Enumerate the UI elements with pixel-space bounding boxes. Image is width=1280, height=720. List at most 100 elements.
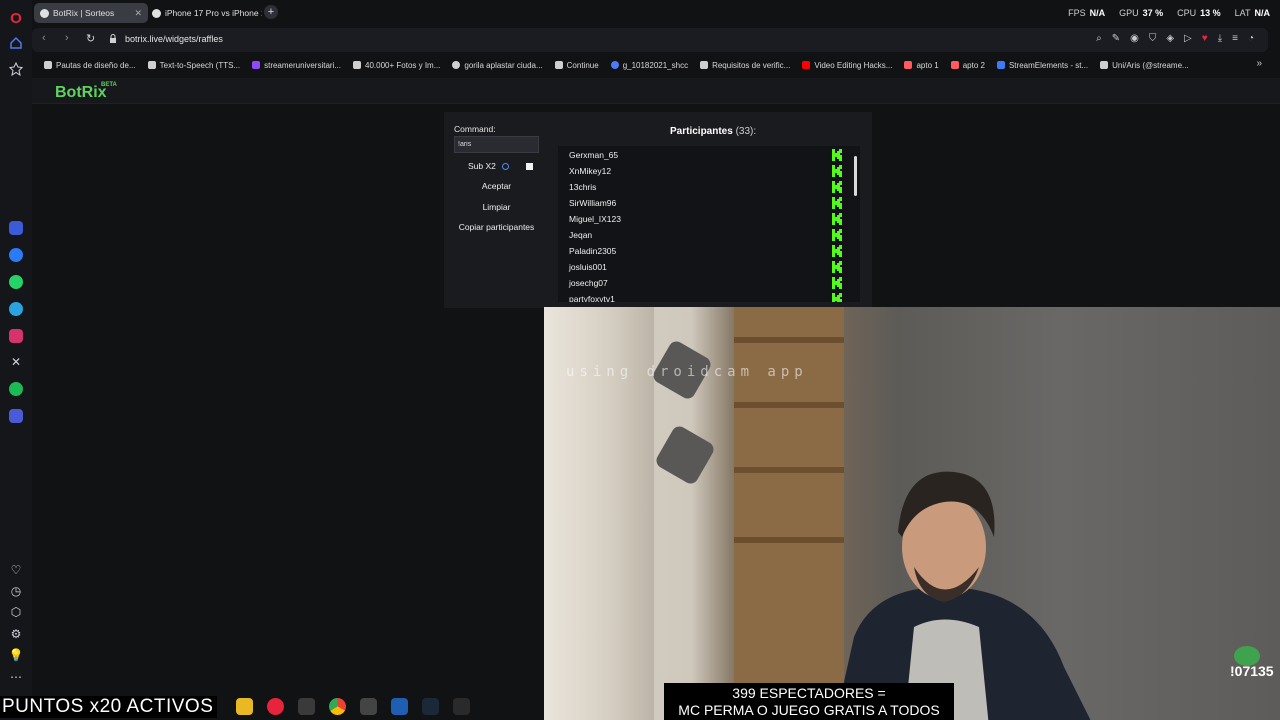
clear-button[interactable]: Limpiar: [454, 202, 539, 212]
bookmark-item[interactable]: gorila aplastar ciuda...: [452, 60, 543, 70]
bookmark-item[interactable]: Requisitos de verific...: [700, 61, 790, 70]
bookmark-item[interactable]: Pautas de diseño de...: [44, 61, 136, 70]
home-icon[interactable]: [6, 33, 26, 53]
pinboard-icon[interactable]: [6, 59, 26, 79]
url-field[interactable]: botrix.live/widgets/raffles: [125, 34, 223, 44]
kick-icon: [832, 229, 842, 241]
wall-shelf: [653, 423, 717, 487]
extensions-icon[interactable]: ⬡: [6, 602, 26, 622]
sub-x2-checkbox[interactable]: [526, 163, 533, 170]
steam-icon[interactable]: [422, 698, 439, 715]
droidcam-watermark: using droidcam app: [566, 364, 808, 380]
bookmark-label: gorila aplastar ciuda...: [464, 60, 543, 70]
bookmark-item[interactable]: Uni/Aris (@streame...: [1100, 61, 1189, 70]
bookmark-icon: [610, 61, 619, 69]
bookmark-item[interactable]: Continue: [554, 61, 599, 70]
player-icon[interactable]: [6, 406, 26, 426]
epic-icon[interactable]: [453, 698, 470, 715]
bookmark-item[interactable]: apto 2: [950, 60, 985, 70]
bookmark-item[interactable]: g_10182021_shcc: [610, 60, 689, 70]
opera-logo-icon[interactable]: O: [6, 8, 26, 28]
browser-sidebar: O ✕ ♡ ◷ ⬡ ⚙ 💡 ⋯: [0, 0, 32, 720]
tiktok-icon: [1100, 61, 1109, 69]
botrix-logo[interactable]: BotRix: [55, 84, 107, 102]
tab-title: iPhone 17 Pro vs iPhone 1: [165, 8, 262, 18]
tips-icon[interactable]: 💡: [6, 645, 26, 665]
info-icon[interactable]: [501, 162, 509, 170]
beta-badge: BETA: [101, 82, 117, 88]
participant-name: partyfoxytv1: [569, 294, 615, 302]
bookmark-item[interactable]: apto 1: [904, 60, 939, 70]
tab-iphone[interactable]: iPhone 17 Pro vs iPhone 1: [146, 3, 262, 23]
tab-favicon-icon: [40, 8, 49, 18]
bookmark-label: Text-to-Speech (TTS...: [159, 60, 241, 70]
airbnb-icon: [950, 61, 959, 69]
participants-label: Participantes: [670, 126, 733, 137]
bookmark-label: Pautas de diseño de...: [56, 60, 136, 70]
bookmark-label: apto 1: [916, 60, 939, 70]
bookmark-label: apto 2: [962, 60, 985, 70]
accept-button[interactable]: Aceptar: [454, 181, 539, 191]
copy-participants-button[interactable]: Copiar participantes: [454, 222, 539, 232]
camera-icon[interactable]: ◉: [1130, 33, 1139, 44]
whatsapp-icon[interactable]: [6, 272, 26, 292]
tab-title: BotRix | Sorteos: [53, 8, 115, 18]
participant-name: XnMikey12: [569, 166, 612, 176]
tab-botrix[interactable]: BotRix | Sorteos ✕: [34, 3, 148, 23]
vscode-icon[interactable]: [391, 698, 408, 715]
close-tab-icon[interactable]: ✕: [128, 8, 142, 19]
download-icon[interactable]: ⤓: [1218, 33, 1222, 44]
document-icon: [554, 61, 563, 69]
webcam-feed: using droidcam app: [544, 307, 1280, 720]
edit-icon[interactable]: ✎: [1112, 33, 1120, 44]
scrollbar-thumb[interactable]: [854, 156, 857, 196]
sub-goal-counter: !07135: [1230, 663, 1274, 679]
address-bar: ‹ › ↻ botrix.live/widgets/raffles ⌕ ✎ ◉ …: [32, 28, 1268, 52]
history-icon[interactable]: ◷: [6, 581, 26, 601]
bookmark-item[interactable]: Text-to-Speech (TTS...: [147, 60, 241, 70]
heart-icon[interactable]: ♥: [1202, 33, 1208, 44]
bookmark-item[interactable]: 40.000+ Fotos y Im...: [353, 61, 440, 70]
command-input[interactable]: [454, 136, 539, 153]
bookmark-item[interactable]: Video Editing Hacks...: [802, 61, 892, 70]
participant-name: Gerxman_65: [569, 150, 619, 160]
spotify-icon[interactable]: [6, 379, 26, 399]
bookmark-item[interactable]: StreamElements - st...: [996, 61, 1088, 70]
bookmark-item[interactable]: streameruniversitari...: [252, 61, 341, 70]
vpn-icon[interactable]: ◈: [1166, 33, 1174, 44]
forward-icon[interactable]: ›: [65, 32, 69, 44]
chrome-icon[interactable]: [329, 698, 346, 715]
settings-icon[interactable]: ⚙: [6, 624, 26, 644]
window-icon[interactable]: [360, 698, 377, 715]
fps-value: N/A: [1089, 8, 1106, 18]
folder-icon[interactable]: [236, 698, 253, 715]
scrollbar[interactable]: [854, 148, 858, 298]
menu-icon[interactable]: ≡: [1232, 33, 1238, 44]
participants-title: Participantes (33):: [670, 126, 756, 137]
more-icon[interactable]: ⋯: [6, 667, 26, 687]
bookmarks-bar: Pautas de diseño de... Text-to-Speech (T…: [32, 56, 1268, 74]
telegram-icon[interactable]: [6, 299, 26, 319]
back-icon[interactable]: ‹: [42, 32, 46, 44]
shield-icon[interactable]: ⛉: [1149, 33, 1157, 44]
participants-list[interactable]: Gerxman_65 XnMikey12 13chris SirWilliam96 Mi…: [558, 146, 860, 302]
messenger-icon[interactable]: [6, 245, 26, 265]
kick-icon: [832, 197, 842, 209]
bookmark-label: g_10182021_shcc: [622, 60, 689, 70]
opera-icon[interactable]: [267, 698, 284, 715]
instagram-icon[interactable]: [6, 326, 26, 346]
gpu-value: 37 %: [1142, 8, 1164, 18]
play-icon[interactable]: ▷: [1184, 33, 1192, 44]
lat-label: LAT: [1234, 8, 1251, 18]
reload-icon[interactable]: ↻: [86, 32, 95, 45]
sub-x2-label: Sub X2: [468, 161, 496, 171]
aria-icon[interactable]: [6, 218, 26, 238]
x-icon[interactable]: ✕: [6, 352, 26, 372]
search-icon[interactable]: ⌕: [1096, 33, 1102, 44]
heart-icon[interactable]: ♡: [6, 560, 26, 580]
lista-icon[interactable]: [298, 698, 315, 715]
new-tab-button[interactable]: +: [264, 5, 278, 19]
profile-icon[interactable]: ◔: [1248, 33, 1254, 44]
more-bookmarks-icon[interactable]: »: [1256, 58, 1262, 69]
toolbar-icons: ⌕ ✎ ◉ ⛉ ◈ ▷ ♥ ⤓ ≡ ◔: [1096, 33, 1254, 44]
